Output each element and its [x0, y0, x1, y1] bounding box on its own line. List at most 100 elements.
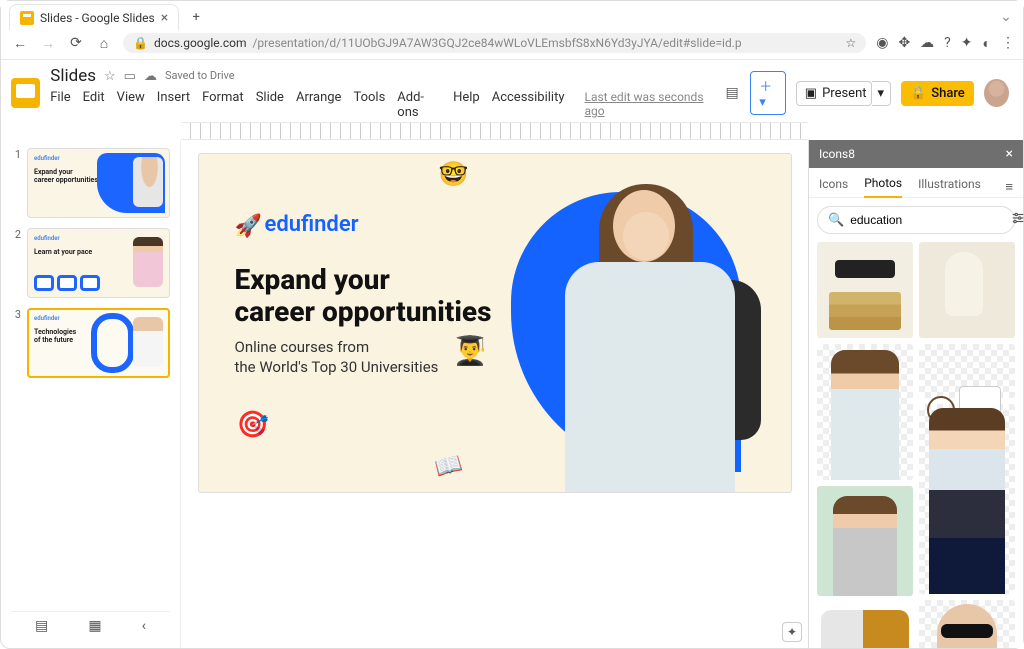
hamburger-icon[interactable]: ≡ — [1005, 179, 1013, 195]
canvas-area[interactable]: 🚀 edufinder Expand your career opportuni… — [181, 140, 808, 648]
photo-result-glasses-mug[interactable] — [919, 344, 1015, 398]
target-emoji-icon[interactable]: 🎯 — [237, 410, 269, 440]
crop-ext-icon[interactable]: ✥ — [898, 35, 910, 52]
sidebar-search[interactable]: 🔍 — [817, 206, 1015, 234]
filmstrip-footer: ▤ ▦ ‹ — [11, 611, 170, 640]
bookmark-star-icon[interactable]: ☆ — [845, 36, 856, 50]
browser-menu-icon[interactable]: ⋮ — [1001, 35, 1013, 52]
explore-button[interactable]: ✦ — [782, 622, 802, 642]
sidebar-header: Icons8 × — [809, 140, 1023, 168]
forward-button[interactable]: → — [39, 35, 57, 52]
extension-icons: ◉ ✥ ☁ ? ✦ ◐ ⋮ — [876, 35, 1013, 52]
horizontal-ruler — [181, 122, 808, 140]
tab-icons[interactable]: Icons — [819, 177, 848, 197]
menu-view[interactable]: View — [117, 90, 145, 120]
sub-line-1: Online courses from — [235, 338, 439, 358]
slide-thumbnail-3[interactable]: edufinder Technologiesof the future — [27, 308, 170, 378]
slide-canvas[interactable]: 🚀 edufinder Expand your career opportuni… — [199, 154, 791, 492]
address-row: ← → ⟳ ⌂ 🔒 docs.google.com/presentation/d… — [1, 29, 1023, 59]
app-header: Slides ☆ ▭ ☁ Saved to Drive File Edit Vi… — [1, 60, 1023, 122]
thumb-number: 2 — [11, 228, 21, 298]
thumb-number: 1 — [11, 148, 21, 218]
tab-photos[interactable]: Photos — [864, 176, 902, 198]
book-emoji-icon[interactable]: 📖 — [432, 451, 465, 482]
photo-result-vr-person[interactable] — [919, 600, 1015, 648]
share-label: Share — [931, 86, 965, 101]
workspace: 1 edufinder Expand yourcareer opportunit… — [1, 140, 1023, 648]
menu-addons[interactable]: Add-ons — [397, 90, 441, 120]
sidebar-title: Icons8 — [819, 147, 855, 161]
search-input[interactable] — [850, 213, 1005, 227]
slide-brand[interactable]: 🚀 edufinder — [235, 212, 359, 237]
rocket-icon: 🚀 — [235, 214, 257, 236]
question-ext-icon[interactable]: ? — [944, 35, 951, 52]
document-title[interactable]: Slides — [50, 66, 96, 86]
browser-tab[interactable]: Slides - Google Slides × — [9, 4, 179, 30]
brand-text: edufinder — [265, 212, 359, 237]
slide-subtext[interactable]: Online courses from the World's Top 30 U… — [235, 338, 439, 377]
tune-icon[interactable] — [1011, 211, 1024, 229]
home-button[interactable]: ⌂ — [95, 35, 113, 52]
last-edit-info[interactable]: Last edit was seconds ago — [584, 90, 714, 120]
cloud-ext-icon[interactable]: ☁ — [920, 35, 934, 52]
tab-strip: Slides - Google Slides × + ⌄ — [1, 1, 1023, 29]
menu-arrange[interactable]: Arrange — [296, 90, 341, 120]
lock-icon: 🔒 — [910, 86, 926, 101]
present-options-caret[interactable]: ▾ — [872, 81, 892, 106]
thumb-shape — [91, 313, 133, 373]
menu-file[interactable]: File — [50, 90, 70, 120]
profile-ext-icon[interactable]: ◐ — [983, 35, 991, 52]
google-slides-logo[interactable] — [11, 78, 40, 108]
filmstrip-view-icon[interactable]: ▤ — [35, 618, 48, 634]
back-button[interactable]: ← — [11, 35, 29, 52]
nerd-emoji-icon[interactable]: 🤓 — [439, 160, 469, 188]
share-button[interactable]: 🔒 Share — [901, 81, 974, 106]
menu-edit[interactable]: Edit — [83, 90, 105, 120]
tab-illustrations[interactable]: Illustrations — [918, 177, 981, 197]
menu-slide[interactable]: Slide — [256, 90, 284, 120]
close-icon[interactable]: × — [1006, 146, 1013, 162]
thumb-person — [133, 157, 163, 207]
move-folder-icon[interactable]: ▭ — [124, 69, 136, 84]
menu-tools[interactable]: Tools — [353, 90, 385, 120]
headline-line-1: Expand your — [235, 264, 492, 296]
slide-thumbnail-2[interactable]: edufinder Learn at your pace — [27, 228, 170, 298]
slide-thumbnail-1[interactable]: edufinder Expand yourcareer opportunitie… — [27, 148, 170, 218]
cloud-saved-icon: ☁ — [144, 69, 157, 84]
student-emoji-icon[interactable]: 👨‍🎓 — [453, 334, 488, 367]
photo-result-two-people[interactable] — [817, 602, 913, 648]
chevron-down-icon[interactable]: ⌄ — [997, 9, 1015, 25]
url-host: docs.google.com — [154, 36, 247, 50]
menu-format[interactable]: Format — [202, 90, 244, 120]
filmstrip: 1 edufinder Expand yourcareer opportunit… — [1, 140, 181, 648]
present-icon: ▣ — [805, 86, 817, 101]
photo-result-student-boy[interactable] — [919, 404, 1015, 594]
comments-icon[interactable]: ▤ — [724, 85, 740, 101]
menu-accessibility[interactable]: Accessibility — [492, 90, 565, 120]
star-icon[interactable]: ☆ — [104, 69, 116, 84]
lock-icon: 🔒 — [133, 36, 148, 50]
addon-sidebar: Icons8 × Icons Photos Illustrations ≡ 🔍 — [808, 140, 1023, 648]
photo-result-student-girl[interactable] — [817, 344, 913, 480]
new-tab-button[interactable]: + — [187, 8, 205, 26]
browser-chrome: Slides - Google Slides × + ⌄ ← → ⟳ ⌂ 🔒 d… — [1, 1, 1023, 60]
present-button[interactable]: ▣ Present — [796, 81, 872, 106]
pinterest-ext-icon[interactable]: ◉ — [876, 35, 888, 52]
slide-photo-student[interactable] — [521, 184, 781, 492]
reload-button[interactable]: ⟳ — [67, 35, 85, 51]
thumb-boxes — [34, 275, 100, 291]
grid-view-icon[interactable]: ▦ — [88, 618, 101, 634]
saved-label: Saved to Drive — [165, 69, 235, 84]
menu-insert[interactable]: Insert — [157, 90, 190, 120]
menu-help[interactable]: Help — [453, 90, 480, 120]
close-tab-icon[interactable]: × — [161, 10, 168, 26]
photo-result-bust-statue[interactable] — [919, 242, 1015, 338]
account-avatar[interactable] — [984, 79, 1009, 107]
slide-headline[interactable]: Expand your career opportunities — [235, 264, 492, 328]
photo-result-books-camera[interactable] — [817, 242, 913, 338]
puzzle-ext-icon[interactable]: ✦ — [961, 35, 973, 52]
photo-result-classroom-girl[interactable] — [817, 486, 913, 596]
collapse-filmstrip-icon[interactable]: ‹ — [142, 618, 146, 634]
add-person-button[interactable]: ＋▾ — [750, 71, 786, 115]
address-bar[interactable]: 🔒 docs.google.com/presentation/d/11UObGJ… — [123, 33, 866, 53]
